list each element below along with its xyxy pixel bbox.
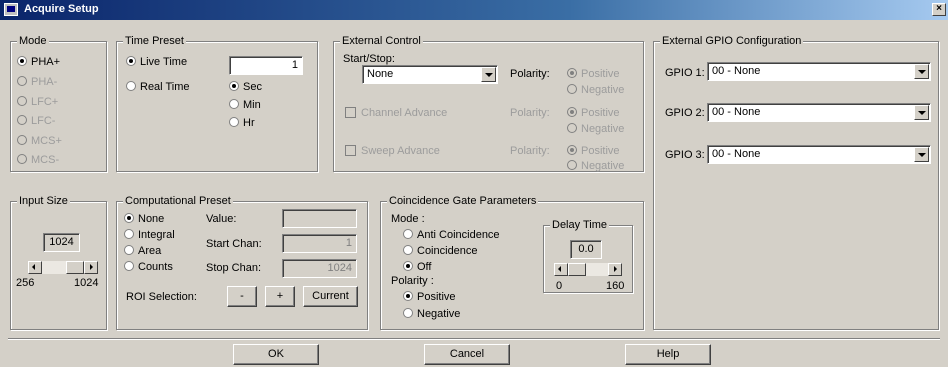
mode-group-title: Mode: [17, 35, 49, 47]
mode-radio-pha-plus[interactable]: PHA+: [17, 56, 60, 69]
stop-chan-label: Stop Chan:: [206, 262, 262, 274]
unit-radio-sec[interactable]: Sec: [229, 81, 262, 94]
roi-current-button[interactable]: Current: [303, 286, 358, 307]
mode-radio-lfc-minus[interactable]: LFC-: [17, 115, 55, 128]
title-bar: Acquire Setup ×: [0, 0, 948, 20]
sweep-advance-polarity-label: Polarity:: [510, 145, 550, 157]
cancel-button[interactable]: Cancel: [424, 344, 510, 365]
arrow-right-icon[interactable]: [608, 263, 622, 276]
channel-advance-polarity-label: Polarity:: [510, 107, 550, 119]
input-size-max: 1024: [74, 277, 99, 289]
start-stop-negative-radio[interactable]: Negative: [567, 84, 624, 97]
chevron-down-icon[interactable]: [914, 105, 929, 120]
computational-preset-title: Computational Preset: [123, 195, 233, 207]
coincidence-title: Coincidence Gate Parameters: [387, 195, 539, 207]
chevron-down-icon[interactable]: [481, 67, 496, 82]
close-button[interactable]: ×: [932, 3, 946, 16]
value-input: [282, 209, 357, 228]
sweep-advance-negative-radio[interactable]: Negative: [567, 160, 624, 173]
roi-plus-button[interactable]: +: [265, 286, 295, 307]
slider-thumb[interactable]: [66, 261, 84, 274]
time-preset-input[interactable]: 1: [229, 56, 303, 75]
gpio-1-label: GPIO 1:: [665, 67, 705, 79]
unit-radio-hr[interactable]: Hr: [229, 117, 255, 130]
delay-time-slider[interactable]: [554, 263, 622, 276]
coincidence-polarity-label: Polarity :: [391, 275, 434, 287]
arrow-left-icon[interactable]: [28, 261, 42, 274]
footer-separator: [8, 338, 940, 340]
comp-radio-counts[interactable]: Counts: [124, 261, 173, 274]
gpio-group: External GPIO Configuration: [653, 35, 939, 330]
gpio-1-select[interactable]: 00 - None: [707, 62, 931, 81]
external-control-title: External Control: [340, 35, 423, 47]
app-icon: [4, 3, 18, 16]
start-chan-label: Start Chan:: [206, 238, 262, 250]
coincidence-negative-radio[interactable]: Negative: [403, 308, 460, 321]
chevron-down-icon[interactable]: [914, 147, 929, 162]
mode-radio-coincidence[interactable]: Coincidence: [403, 245, 478, 258]
gpio-title: External GPIO Configuration: [660, 35, 804, 47]
mode-radio-mcs-minus[interactable]: MCS-: [17, 154, 59, 167]
input-size-value: 1024: [43, 233, 80, 252]
input-size-min: 256: [16, 277, 35, 289]
channel-advance-positive-radio[interactable]: Positive: [567, 107, 620, 120]
roi-selection-label: ROI Selection:: [126, 291, 197, 303]
comp-radio-area[interactable]: Area: [124, 245, 161, 258]
start-stop-positive-radio[interactable]: Positive: [567, 68, 620, 81]
start-stop-polarity-label: Polarity:: [510, 68, 550, 80]
comp-radio-integral[interactable]: Integral: [124, 229, 175, 242]
sweep-advance-positive-radio[interactable]: Positive: [567, 145, 620, 158]
gpio-2-label: GPIO 2:: [665, 107, 705, 119]
help-button[interactable]: Help: [625, 344, 711, 365]
gpio-2-select[interactable]: 00 - None: [707, 103, 931, 122]
gpio-3-select[interactable]: 00 - None: [707, 145, 931, 164]
channel-advance-checkbox[interactable]: Channel Advance: [345, 107, 447, 119]
start-stop-select[interactable]: None: [362, 65, 498, 84]
stop-chan-input: 1024: [282, 259, 357, 278]
ok-button[interactable]: OK: [233, 344, 319, 365]
input-size-title: Input Size: [17, 195, 70, 207]
mode-radio-lfc-plus[interactable]: LFC+: [17, 96, 58, 109]
delay-time-max: 160: [606, 280, 625, 292]
delay-time-min: 0: [556, 280, 563, 292]
live-time-radio[interactable]: Live Time: [126, 56, 187, 69]
start-chan-input: 1: [282, 234, 357, 253]
delay-time-value: 0.0: [570, 240, 602, 259]
time-preset-title: Time Preset: [123, 35, 186, 47]
arrow-left-icon[interactable]: [554, 263, 568, 276]
delay-time-title: Delay Time: [550, 219, 610, 231]
mode-radio-mcs-plus[interactable]: MCS+: [17, 135, 62, 148]
unit-radio-min[interactable]: Min: [229, 99, 261, 112]
roi-minus-button[interactable]: -: [227, 286, 257, 307]
mode-radio-off[interactable]: Off: [403, 261, 431, 274]
start-stop-label: Start/Stop:: [343, 53, 395, 65]
sweep-advance-checkbox[interactable]: Sweep Advance: [345, 145, 440, 157]
window-title: Acquire Setup: [24, 3, 99, 15]
real-time-radio[interactable]: Real Time: [126, 81, 190, 94]
slider-thumb[interactable]: [568, 263, 586, 276]
chevron-down-icon[interactable]: [914, 64, 929, 79]
value-label: Value:: [206, 213, 237, 225]
comp-radio-none[interactable]: None: [124, 213, 164, 226]
mode-radio-anti-coincidence[interactable]: Anti Coincidence: [403, 229, 500, 242]
gpio-3-label: GPIO 3:: [665, 149, 705, 161]
coincidence-mode-label: Mode :: [391, 213, 425, 225]
input-size-slider[interactable]: [28, 261, 98, 274]
channel-advance-negative-radio[interactable]: Negative: [567, 123, 624, 136]
coincidence-positive-radio[interactable]: Positive: [403, 291, 456, 304]
arrow-right-icon[interactable]: [84, 261, 98, 274]
mode-radio-pha-minus[interactable]: PHA-: [17, 76, 57, 89]
